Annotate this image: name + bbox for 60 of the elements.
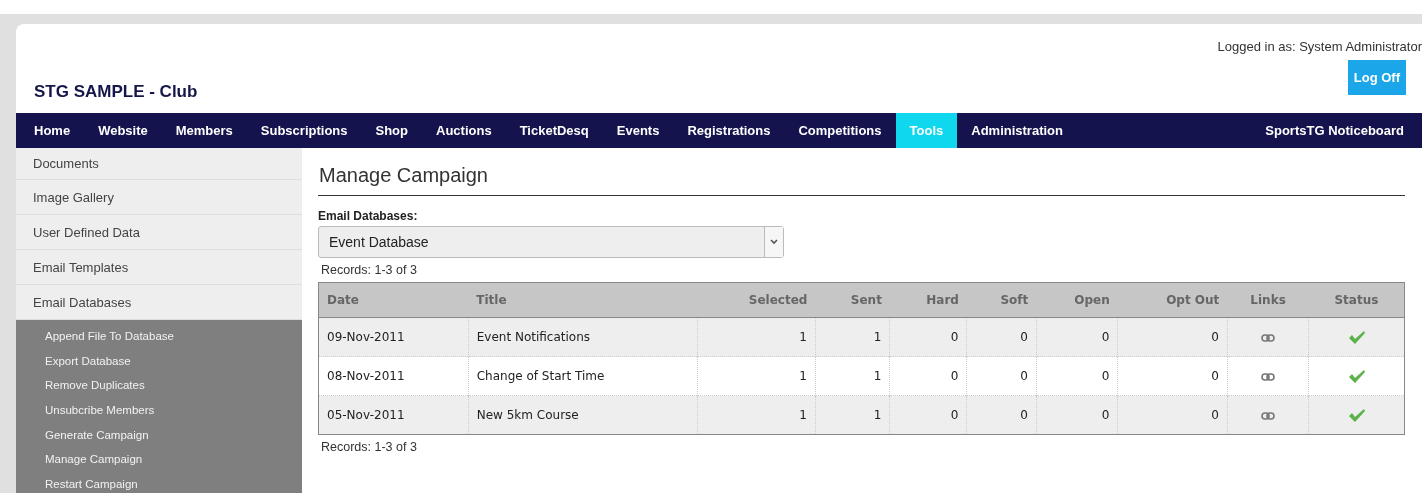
table-cell: New 5km Course — [468, 395, 698, 435]
table-cell: 1 — [697, 395, 816, 435]
database-select[interactable]: Event Database — [318, 226, 784, 258]
site-title: STG SAMPLE - Club — [34, 82, 198, 102]
column-header: Opt Out — [1117, 282, 1228, 318]
nav-item[interactable]: Home — [20, 113, 85, 148]
page-heading: Manage Campaign — [318, 148, 1405, 196]
column-header: Status — [1308, 282, 1405, 318]
nav-item[interactable]: Auctions — [422, 113, 506, 148]
submenu-item[interactable]: Restart Campaign — [16, 471, 302, 493]
records-count: Records: 1-3 of 3 — [320, 439, 418, 456]
nav-item[interactable]: Members — [161, 113, 247, 148]
table-cell: 0 — [1117, 317, 1228, 357]
table-cell: 09-Nov-2011 — [318, 317, 469, 357]
table-cell: 1 — [697, 317, 816, 357]
nav-item[interactable]: Website — [84, 113, 162, 148]
table-cell: 1 — [815, 317, 890, 357]
sidebar-item[interactable]: Email Templates — [16, 250, 302, 285]
column-header: Selected — [697, 282, 816, 318]
chevron-down-icon — [770, 239, 778, 245]
submenu-item[interactable]: Append File To Database — [16, 324, 302, 349]
submenu-item[interactable]: Remove Duplicates — [16, 373, 302, 398]
table-cell: 0 — [1117, 395, 1228, 435]
column-header: Title — [468, 282, 698, 318]
table-cell: 0 — [966, 317, 1037, 357]
column-header: Soft — [966, 282, 1037, 318]
submenu-item[interactable]: Unsubcribe Members — [16, 397, 302, 423]
table-cell: 0 — [889, 395, 967, 435]
nav-item[interactable]: Administration — [957, 113, 1077, 148]
records-count: Records: 1-3 of 3 — [320, 262, 418, 279]
table-cell: Event Notifications — [468, 317, 698, 357]
link-icon[interactable] — [1261, 411, 1276, 420]
field-label: Email Databases: — [318, 209, 419, 223]
table-cell: 0 — [966, 395, 1037, 435]
column-header: Links — [1227, 282, 1309, 318]
sidebar-item[interactable]: Image Gallery — [16, 180, 302, 215]
submenu-item[interactable]: Manage Campaign — [16, 446, 302, 472]
sidebar-item[interactable]: User Defined Data — [16, 215, 302, 250]
nav-item[interactable]: Registrations — [673, 113, 785, 148]
nav-item[interactable]: Subscriptions — [246, 113, 362, 148]
table-cell: 0 — [889, 317, 967, 357]
sidebar-item[interactable]: Documents — [16, 148, 302, 180]
link-icon[interactable] — [1261, 372, 1276, 381]
submenu-item[interactable]: Generate Campaign — [16, 422, 302, 447]
nav-item[interactable]: Events — [602, 113, 674, 148]
table-cell: 05-Nov-2011 — [318, 395, 469, 435]
nav-item[interactable]: SportsTG Noticeboard — [1251, 113, 1418, 148]
table-cell: 1 — [815, 395, 890, 435]
column-header: Date — [318, 282, 469, 318]
link-icon[interactable] — [1261, 333, 1276, 342]
nav-item[interactable]: Competitions — [784, 113, 896, 148]
nav-item[interactable]: Shop — [361, 113, 422, 148]
login-status: Logged in as: System Administrator — [1217, 39, 1422, 54]
column-header: Open — [1036, 282, 1118, 318]
table-cell: 0 — [1036, 317, 1118, 357]
nav-item[interactable]: TicketDesq — [505, 113, 603, 148]
submenu-item[interactable]: Export Database — [16, 348, 302, 374]
table-cell: 0 — [1036, 395, 1118, 435]
column-header: Sent — [815, 282, 890, 318]
column-header: Hard — [889, 282, 967, 318]
